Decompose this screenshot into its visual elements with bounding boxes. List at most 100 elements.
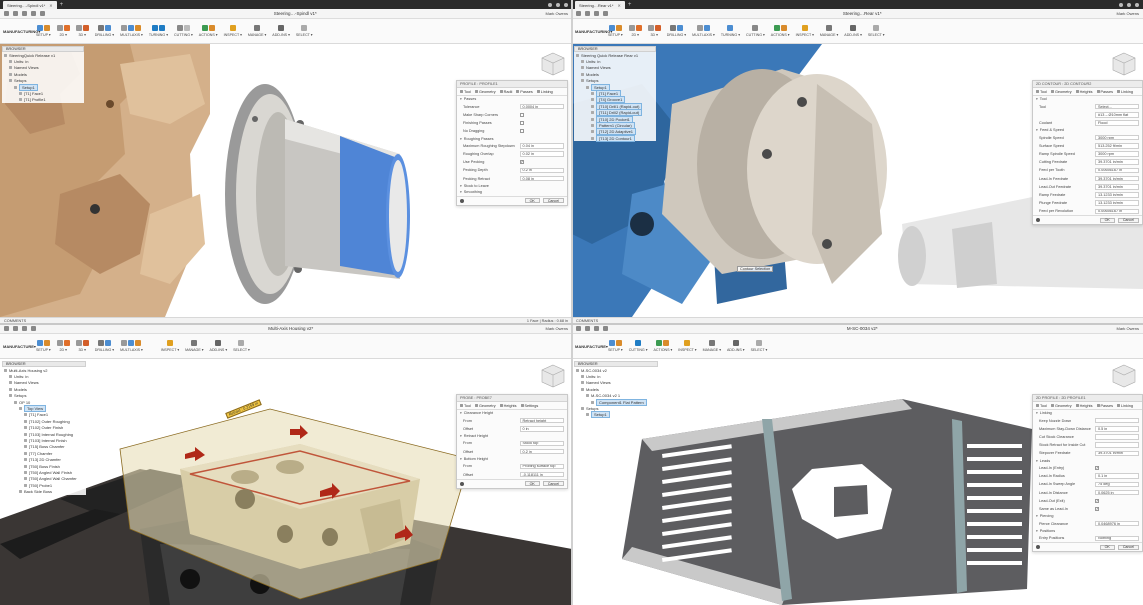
tab-geometry[interactable]: Geometry [475,90,496,94]
ribbon-group[interactable]: INSPECT ▾ [793,19,817,43]
tab-tool[interactable]: Tool [460,404,471,408]
field-input[interactable]: 0 in [519,426,564,432]
field-checkbox[interactable]: ✓ [1095,506,1099,511]
window-close-icon[interactable] [564,2,568,7]
grid-menu-icon[interactable] [4,11,9,16]
ribbon-group[interactable]: 2D ▾ [54,19,73,43]
ribbon-group[interactable]: INSPECT ▾ [221,19,245,43]
tab-heights[interactable]: Heights [1076,404,1093,408]
ribbon-group[interactable]: INSPECT ▾ [675,334,699,358]
ok-button[interactable]: OK [1099,544,1115,551]
window-close-icon[interactable] [1135,2,1139,7]
redo-icon[interactable] [40,11,45,16]
file-icon[interactable] [585,11,590,16]
field-input[interactable]: 0.02 in [519,151,564,157]
browser-row[interactable]: Back Side Boss [2,488,86,494]
cancel-button[interactable]: Cancel [542,197,564,204]
field-input[interactable]: Retract height [519,417,564,424]
ribbon-group[interactable]: MANAGE ▾ [182,334,206,358]
field-input[interactable]: 0.04 in [519,143,564,149]
viewcube[interactable] [1110,50,1138,78]
ribbon-group[interactable]: MANAGE ▾ [700,334,724,358]
field-input[interactable]: 0.2 in [519,167,564,174]
save-icon[interactable] [594,326,599,331]
field-input[interactable]: 75 deg [1095,481,1139,488]
ok-button[interactable]: OK [1099,217,1115,224]
viewcube[interactable] [1110,362,1138,390]
contour-selection-label[interactable]: Contour Selection [737,266,774,272]
ribbon-group[interactable]: MANAGE ▾ [817,19,841,43]
workspace-switcher[interactable]: MANUFACTURE ▾ [575,334,608,358]
tab-passes[interactable]: Passes [1097,404,1113,408]
tab-tool[interactable]: Tool [1036,404,1047,408]
tab-radii[interactable]: Radii [500,90,513,94]
field-checkbox[interactable]: ✓ [1095,498,1099,503]
field-input[interactable] [1095,434,1139,440]
field-input[interactable]: 0.0004 in [519,103,564,110]
ribbon-group-active[interactable]: CUTTING ▾ [626,334,651,358]
field-checkbox[interactable]: ✓ [1095,466,1099,471]
document-tab[interactable]: Steering…-Spindl v1* ✕ [3,1,57,9]
field-input[interactable]: 0.0625 in [1095,489,1139,496]
cancel-button[interactable]: Cancel [542,480,564,487]
ribbon-group[interactable]: 2D ▾ [626,19,645,43]
workspace-switcher[interactable]: MANUFACTURE ▾ [3,334,36,358]
ribbon-group[interactable]: 3D ▾ [73,334,92,358]
close-icon[interactable]: ✕ [49,3,52,8]
viewcube[interactable] [539,362,567,390]
ribbon-group[interactable]: MANAGE ▾ [245,19,269,43]
ribbon-group[interactable]: CUTTING ▾ [743,19,768,43]
document-tab[interactable]: Steering…Rear v1* ✕ [575,1,625,9]
field-input[interactable]: Nothing [1095,535,1139,542]
new-tab-icon[interactable]: + [60,2,64,8]
field-input[interactable]: 39.3701 in/min [1095,159,1139,165]
ribbon-group[interactable]: 3D ▾ [645,19,664,43]
ribbon-group[interactable]: TURNING ▾ [718,19,743,43]
ribbon-group[interactable]: ACTIONS ▾ [196,19,221,43]
ribbon-group[interactable]: INSPECT ▾ [158,334,182,358]
field-input[interactable]: #13 – Ø10mm flat [1095,112,1139,118]
ribbon-group[interactable]: ADD-INS ▾ [841,19,865,43]
ok-button[interactable]: OK [524,197,540,204]
field-input[interactable]: 3000 rpm [1095,151,1139,157]
user-name[interactable]: Mark Owens [546,326,568,331]
browser-row[interactable]: [T1] Profile1 [2,97,84,103]
field-input[interactable]: 39.3701 in/min [1095,450,1139,457]
field-input[interactable]: 0.2 in [519,448,564,455]
tab-geometry[interactable]: Geometry [475,404,496,408]
save-icon[interactable] [22,11,27,16]
tab-linking[interactable]: Linking [1117,404,1133,408]
field-input[interactable]: 3000 rpm [1095,134,1139,141]
ribbon-group[interactable]: CUTTING ▾ [171,19,196,43]
ribbon-group-active[interactable]: TURNING ▾ [146,19,171,43]
field-input[interactable]: 0.00656167 in [1095,208,1139,215]
ribbon-group[interactable]: SETUP ▾ [33,19,54,43]
tab-passes[interactable]: Passes [516,90,532,94]
field-input[interactable]: Flood [1095,120,1139,126]
save-icon[interactable] [22,326,27,331]
new-tab-icon[interactable]: + [628,2,632,8]
field-input[interactable]: 0.08 in [519,175,564,182]
browser-row[interactable]: Setup1 [574,411,658,419]
tab-linking[interactable]: Linking [1117,90,1133,94]
ribbon-group[interactable]: 3D ▾ [73,19,92,43]
field-input[interactable]: 13.1233 in/min [1095,200,1139,206]
field-input[interactable]: Select... [1095,103,1139,110]
field-checkbox[interactable] [519,120,524,125]
field-input[interactable]: -0.118111 in [519,471,564,478]
ribbon-group[interactable]: ADD-INS ▾ [724,334,748,358]
cancel-button[interactable]: Cancel [1117,544,1139,551]
undo-icon[interactable] [31,326,36,331]
ribbon-group[interactable]: DRILLING ▾ [92,19,117,43]
user-name[interactable]: Mark Owens [546,11,568,16]
field-input[interactable]: 0.5 in [1095,426,1139,432]
maximize-icon[interactable] [1127,2,1131,7]
field-input[interactable]: 0.1 in [1095,473,1139,479]
viewcube[interactable] [539,50,567,78]
ribbon-group[interactable]: SETUP ▾ [33,334,54,358]
ribbon-group[interactable]: MULTI-AXIS ▾ [117,19,146,43]
ok-button[interactable]: OK [524,480,540,487]
field-checkbox[interactable] [519,129,524,134]
field-input[interactable] [1095,417,1139,424]
workspace-switcher[interactable]: MANUFACTURING ▾ [575,19,612,43]
